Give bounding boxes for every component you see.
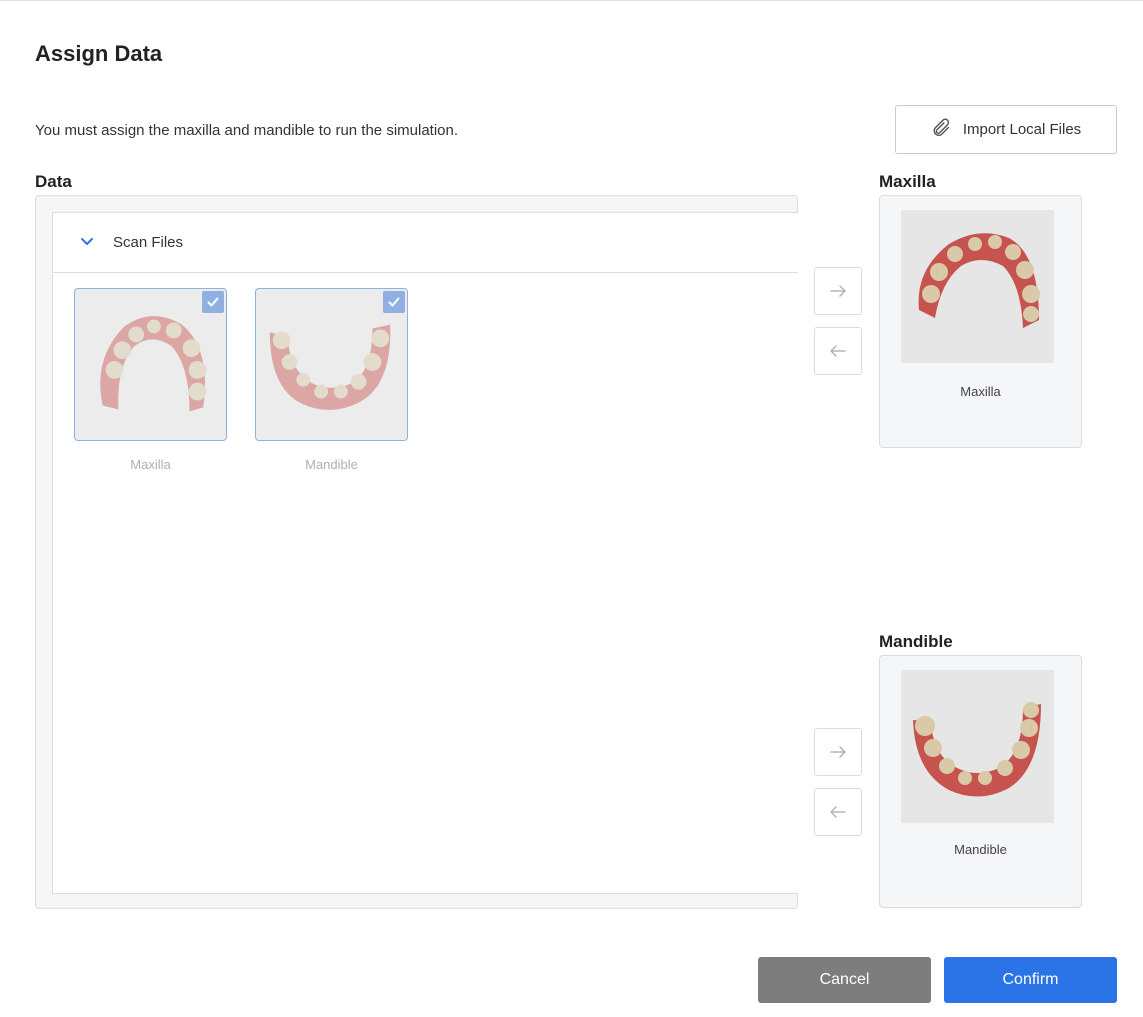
file-thumb-mandible[interactable]: [255, 288, 408, 441]
maxilla-section-label: Maxilla: [879, 172, 936, 191]
mandible-preview: [901, 670, 1054, 823]
mandible-assigned-label: Mandible: [954, 842, 1007, 857]
unassign-mandible-button[interactable]: [814, 788, 862, 836]
import-local-files-label: Import Local Files: [962, 121, 1082, 138]
data-section-label: Data: [35, 172, 72, 191]
arrow-right-icon: [830, 746, 846, 758]
maxilla-assigned-label: Maxilla: [960, 384, 1001, 399]
dialog-title: Assign Data: [35, 41, 163, 66]
data-panel: Scan Files Maxilla Mandible: [35, 195, 798, 909]
import-local-files-button[interactable]: Import Local Files: [895, 105, 1117, 154]
scan-files-group-header[interactable]: Scan Files: [53, 213, 798, 273]
file-label-mandible: Mandible: [305, 457, 358, 472]
paperclip-icon: [931, 117, 953, 143]
chevron-down-icon: [79, 233, 95, 253]
assign-data-dialog: Assign Data You must assign the maxilla …: [0, 0, 1143, 1017]
maxilla-preview: [901, 210, 1054, 363]
confirm-button[interactable]: Confirm: [944, 957, 1117, 1003]
mandible-scan-icon: [913, 702, 1041, 797]
checkbox-checked-icon[interactable]: [383, 291, 405, 313]
unassign-maxilla-button[interactable]: [814, 327, 862, 375]
mandible-section-label: Mandible: [879, 632, 953, 651]
mandible-target-card[interactable]: Mandible: [879, 655, 1082, 908]
maxilla-scan-icon: [918, 233, 1040, 328]
checkbox-checked-icon[interactable]: [202, 291, 224, 313]
arrow-right-icon: [830, 285, 846, 297]
cancel-button[interactable]: Cancel: [758, 957, 931, 1003]
data-file-list: Scan Files Maxilla Mandible: [52, 212, 798, 894]
scan-files-group-label: Scan Files: [113, 234, 184, 251]
maxilla-target-card[interactable]: Maxilla: [879, 195, 1082, 448]
assign-mandible-button[interactable]: [814, 728, 862, 776]
dialog-subtitle: You must assign the maxilla and mandible…: [35, 122, 459, 139]
arrow-left-icon: [830, 345, 846, 357]
assign-maxilla-button[interactable]: [814, 267, 862, 315]
file-label-maxilla: Maxilla: [130, 457, 171, 472]
file-thumb-maxilla[interactable]: [74, 288, 227, 441]
arrow-left-icon: [830, 806, 846, 818]
